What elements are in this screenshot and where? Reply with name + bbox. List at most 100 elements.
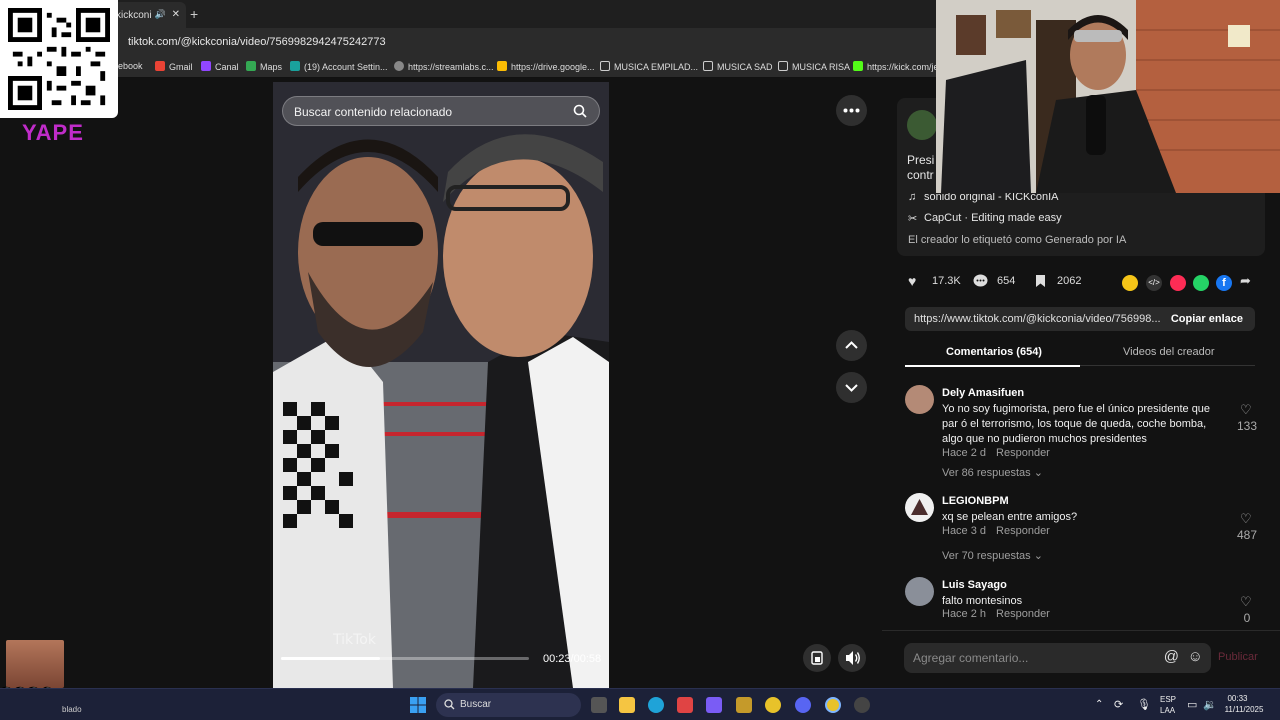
bookmark-item[interactable]: https://kick.com/jef bbox=[853, 61, 941, 72]
comment-meta: Hace 2 h Responder bbox=[942, 608, 1050, 620]
network-icon[interactable]: ▭ bbox=[1187, 698, 1197, 711]
like-count: 17.3K bbox=[932, 275, 961, 287]
tray-sync-icon[interactable]: ⟳ bbox=[1114, 698, 1123, 711]
search-icon[interactable] bbox=[573, 104, 587, 123]
more-icon bbox=[843, 108, 860, 113]
language-region[interactable]: LAA bbox=[1160, 706, 1175, 715]
volume-icon bbox=[846, 651, 860, 665]
comment-icon[interactable] bbox=[973, 274, 988, 291]
reply-button[interactable]: Responder bbox=[996, 525, 1050, 537]
save-count: 2062 bbox=[1057, 275, 1082, 287]
volume-tray-icon[interactable]: 🔉 bbox=[1203, 698, 1217, 711]
bookmark-item[interactable]: https://drive.google... bbox=[497, 61, 595, 72]
panel-tabs: Comentarios (654) Videos del creador bbox=[905, 338, 1255, 366]
bookmark-folder[interactable]: MUSICA EMPILAD... bbox=[600, 61, 698, 72]
clock-date[interactable]: 11/11/2025 bbox=[1224, 705, 1264, 714]
view-replies-button[interactable]: Ver 70 respuestas ⌄ bbox=[942, 549, 1043, 562]
comment-author[interactable]: LEGIONBPM bbox=[942, 495, 1009, 507]
mention-icon[interactable]: @ bbox=[1164, 648, 1179, 665]
clock-time[interactable]: 00:33 bbox=[1221, 694, 1254, 703]
close-tab-icon[interactable]: ✕ bbox=[172, 9, 180, 20]
comment-like-icon[interactable]: ♡ bbox=[1240, 594, 1252, 610]
taskbar-search[interactable]: Buscar bbox=[436, 693, 581, 717]
coin-icon[interactable] bbox=[1122, 275, 1138, 291]
comment-avatar[interactable] bbox=[905, 577, 934, 606]
picture-in-picture-button[interactable] bbox=[803, 644, 831, 672]
address-bar[interactable]: tiktok.com/@kickconia/video/756998294247… bbox=[0, 28, 940, 56]
file-explorer-icon[interactable] bbox=[619, 697, 635, 713]
reply-button[interactable]: Responder bbox=[996, 608, 1050, 620]
bookmark-item[interactable]: ebook bbox=[118, 61, 143, 71]
video-link-box[interactable]: https://www.tiktok.com/@kickconia/video/… bbox=[905, 307, 1255, 331]
obs-icon[interactable] bbox=[854, 697, 870, 713]
video-player[interactable]: TikTok bbox=[273, 82, 609, 688]
progress-fill bbox=[281, 657, 381, 660]
volume-button[interactable] bbox=[838, 644, 866, 672]
bookmark-folder[interactable]: MUSICA SAD bbox=[703, 61, 773, 72]
ai-generated-label: El creador lo etiquetó como Generado por… bbox=[908, 234, 1127, 246]
chrome-icon[interactable] bbox=[765, 697, 781, 713]
browser-tab-bar: kickconi 🔊 ✕ + bbox=[0, 0, 940, 28]
facebook-icon[interactable]: f bbox=[1216, 275, 1232, 291]
tab-creator-videos[interactable]: Videos del creador bbox=[1123, 346, 1215, 358]
comment-author[interactable]: Dely Amasifuen bbox=[942, 387, 1024, 399]
url-text[interactable]: tiktok.com/@kickconia/video/756998294247… bbox=[128, 36, 386, 48]
copilot-icon[interactable] bbox=[706, 697, 722, 713]
comment-like-count: 0 bbox=[1243, 611, 1251, 625]
tab-comments[interactable]: Comentarios (654) bbox=[946, 346, 1042, 358]
tray-chevron-icon[interactable]: ⌃ bbox=[1095, 699, 1103, 710]
bookmark-item[interactable]: Maps bbox=[246, 61, 282, 72]
comment-avatar[interactable] bbox=[905, 385, 934, 414]
more-options-button[interactable] bbox=[836, 95, 867, 126]
active-tab-indicator bbox=[905, 365, 1080, 367]
language-code[interactable]: ESP bbox=[1160, 695, 1176, 704]
comment-text: Yo no soy fugimorista, pero fue el único… bbox=[942, 403, 1211, 445]
bookmark-item[interactable]: https://streamlabs.c... bbox=[394, 61, 494, 72]
windows-start-icon[interactable] bbox=[410, 697, 426, 713]
comment-input[interactable]: Agregar comentario... @ ☺ bbox=[904, 643, 1211, 673]
discord-icon[interactable] bbox=[795, 697, 811, 713]
send-icon[interactable] bbox=[1170, 275, 1186, 291]
app-icon[interactable] bbox=[677, 697, 693, 713]
chrome-active-icon[interactable] bbox=[825, 697, 841, 713]
bookmark-item[interactable]: Gmail bbox=[155, 61, 193, 72]
pip-icon bbox=[811, 651, 823, 665]
heart-icon[interactable]: ♥ bbox=[908, 273, 916, 289]
comment-avatar[interactable] bbox=[905, 493, 934, 522]
bookmark-icon[interactable] bbox=[1035, 274, 1046, 291]
related-search-input[interactable]: Buscar contenido relacionado bbox=[282, 96, 600, 126]
publish-button[interactable]: Publicar bbox=[1218, 651, 1258, 663]
streamer-emote-image bbox=[6, 640, 64, 688]
comment-meta: Hace 3 d Responder bbox=[942, 525, 1050, 537]
copy-link-button[interactable]: Copiar enlace bbox=[1171, 313, 1243, 325]
game-icon[interactable] bbox=[736, 697, 752, 713]
comment-like-icon[interactable]: ♡ bbox=[1240, 511, 1252, 527]
browser-tab[interactable]: kickconi 🔊 ✕ bbox=[110, 2, 186, 28]
view-replies-button[interactable]: Ver 86 respuestas ⌄ bbox=[942, 466, 1043, 479]
comment-count: 654 bbox=[997, 275, 1016, 287]
video-link-url[interactable]: https://www.tiktok.com/@kickconia/video/… bbox=[914, 313, 1161, 325]
video-title-line2: contr bbox=[907, 168, 934, 182]
capcut-link[interactable]: CapCut · Editing made easy bbox=[924, 212, 1062, 224]
streamer-camera-image bbox=[936, 0, 1280, 193]
previous-video-button[interactable] bbox=[836, 330, 867, 361]
speaker-icon[interactable]: 🔊 bbox=[155, 9, 166, 20]
edge-icon[interactable] bbox=[648, 697, 664, 713]
emoji-icon[interactable]: ☺ bbox=[1188, 648, 1203, 665]
comment-like-icon[interactable]: ♡ bbox=[1240, 402, 1252, 418]
microphone-icon[interactable]: 🎙 bbox=[1137, 698, 1151, 711]
comment-author[interactable]: Luis Sayago bbox=[942, 579, 1007, 591]
bookmark-item[interactable]: Canal bbox=[201, 61, 239, 72]
bookmark-folder[interactable]: MUSICA RISA bbox=[778, 61, 850, 72]
video-progress-bar[interactable] bbox=[281, 657, 529, 660]
new-tab-button[interactable]: + bbox=[190, 6, 198, 22]
task-view-icon[interactable] bbox=[591, 697, 607, 713]
whatsapp-icon[interactable] bbox=[1193, 275, 1209, 291]
creator-avatar[interactable] bbox=[907, 110, 937, 140]
next-video-button[interactable] bbox=[836, 372, 867, 403]
video-frame: TikTok bbox=[273, 82, 609, 688]
bookmark-item[interactable]: (19) Account Settin... bbox=[290, 61, 388, 72]
share-arrow-icon[interactable]: ➦ bbox=[1240, 273, 1251, 289]
reply-button[interactable]: Responder bbox=[996, 447, 1050, 459]
embed-icon[interactable]: </> bbox=[1146, 275, 1162, 291]
